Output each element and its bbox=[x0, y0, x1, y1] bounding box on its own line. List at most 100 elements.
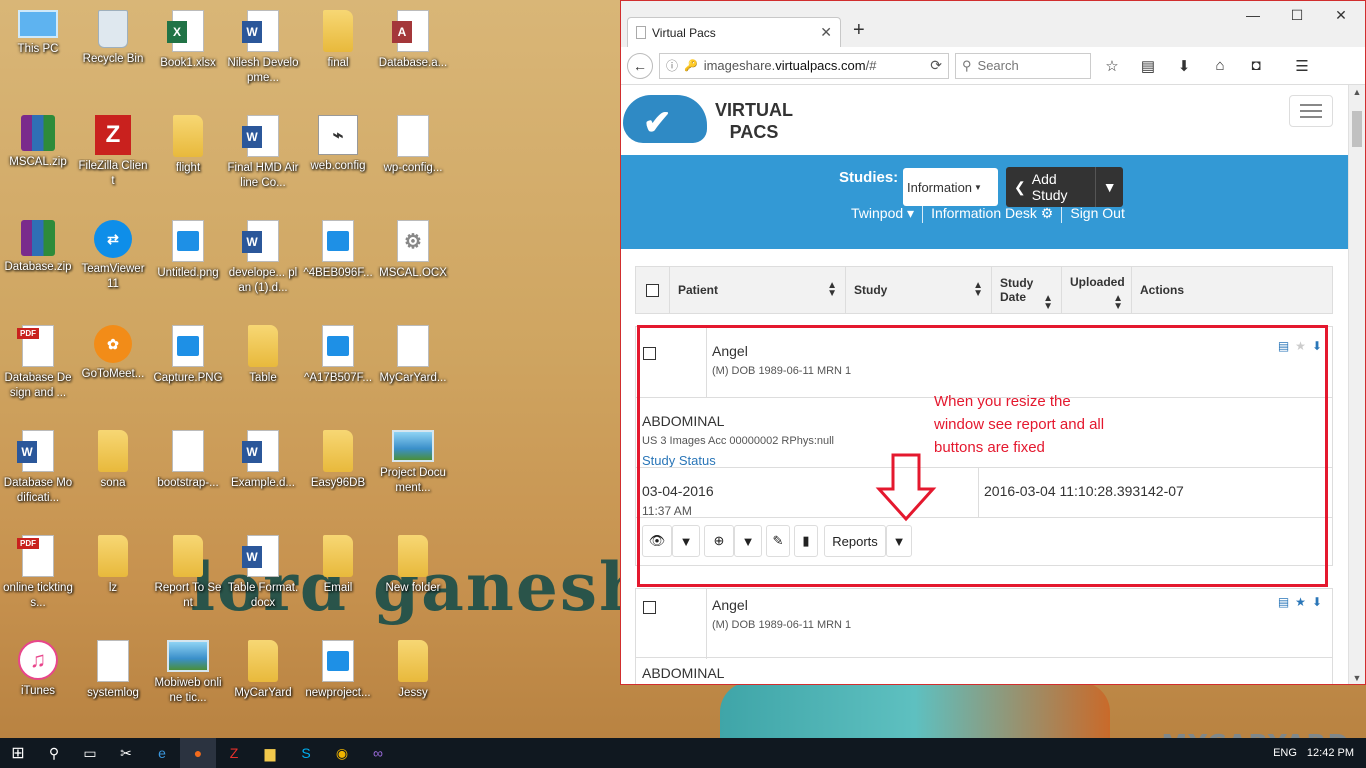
report-icon[interactable]: ▤ bbox=[1278, 595, 1289, 609]
skype-icon[interactable]: S bbox=[288, 738, 324, 768]
desktop-icon[interactable]: Project Document... bbox=[375, 420, 451, 520]
desktop-icon[interactable]: Book1.xlsx bbox=[150, 0, 226, 100]
filezilla-icon[interactable]: Z bbox=[216, 738, 252, 768]
desktop-icon[interactable]: This PC bbox=[0, 0, 76, 100]
info-icon[interactable]: ⓘ bbox=[666, 57, 678, 74]
menu-icon[interactable]: ☰ bbox=[1287, 57, 1317, 75]
desktop-icon[interactable]: Email bbox=[300, 525, 376, 625]
desktop-icon[interactable]: wp-config... bbox=[375, 105, 451, 205]
desktop-icon[interactable]: Table Format.docx bbox=[225, 525, 301, 625]
config-icon: ⌁ bbox=[318, 115, 358, 155]
file-icon bbox=[97, 640, 129, 682]
desktop-icon[interactable]: Database Design and ... bbox=[0, 315, 76, 415]
desktop-icon-label: Report To Sent bbox=[154, 582, 222, 609]
desktop-icon[interactable]: develope... plan (1).d... bbox=[225, 210, 301, 310]
row-checkbox[interactable] bbox=[643, 601, 656, 614]
col-patient-label: Patient bbox=[678, 283, 719, 297]
desktop-icon[interactable]: Database.zip bbox=[0, 210, 76, 310]
search-icon[interactable]: ⚲ bbox=[36, 738, 72, 768]
search-field[interactable]: ⚲ Search bbox=[955, 52, 1091, 79]
close-window-button[interactable]: ✕ bbox=[1321, 7, 1361, 24]
desktop-icon[interactable]: Nilesh Developme... bbox=[225, 0, 301, 100]
desktop-icon[interactable]: ⚙ MSCAL.OCX bbox=[375, 210, 451, 310]
desktop-icon-label: Recycle Bin bbox=[82, 53, 144, 65]
task-view-icon[interactable]: ▭ bbox=[72, 738, 108, 768]
language-indicator[interactable]: ENG bbox=[1273, 747, 1297, 759]
hamburger-menu-button[interactable] bbox=[1289, 95, 1333, 127]
col-study[interactable]: Study ▲ ▼ bbox=[846, 267, 992, 313]
desktop-icon[interactable]: Database.a... bbox=[375, 0, 451, 100]
desktop-icon[interactable]: bootstrap-... bbox=[150, 420, 226, 520]
desktop-icon[interactable]: systemlog bbox=[75, 630, 151, 730]
desktop-icon[interactable]: online tickting s... bbox=[0, 525, 76, 625]
desktop-icon[interactable]: Table bbox=[225, 315, 301, 415]
nav-twinpod[interactable]: Twinpod ▾ bbox=[851, 205, 914, 222]
desktop-icon[interactable]: ^4BEB096F... bbox=[300, 210, 376, 310]
add-study-dropdown-toggle[interactable]: ▼ bbox=[1095, 167, 1123, 207]
desktop-icon[interactable]: lz bbox=[75, 525, 151, 625]
desktop-icon[interactable]: MyCarYard bbox=[225, 630, 301, 730]
desktop-icon[interactable]: Mobiweb online tic... bbox=[150, 630, 226, 730]
col-study-date[interactable]: Study Date ▲ ▼ bbox=[992, 267, 1062, 313]
bookmark-star-icon[interactable]: ☆ bbox=[1097, 57, 1127, 75]
reload-icon[interactable]: ⟳ bbox=[930, 57, 942, 74]
home-icon[interactable]: ⌂ bbox=[1205, 57, 1235, 74]
edge-icon[interactable]: e bbox=[144, 738, 180, 768]
studies-select[interactable]: Information ▼ bbox=[903, 168, 998, 206]
add-study-button[interactable]: ❮ Add Study ▼ bbox=[1006, 167, 1123, 207]
desktop-icon[interactable]: Untitled.png bbox=[150, 210, 226, 310]
word-icon bbox=[242, 115, 279, 157]
address-bar[interactable]: ⓘ 🔑 imageshare.virtualpacs.com/# ⟳ bbox=[659, 52, 949, 79]
chrome-icon[interactable]: ◉ bbox=[324, 738, 360, 768]
desktop-icon[interactable]: newproject... bbox=[300, 630, 376, 730]
col-uploaded[interactable]: Uploaded ▲ ▼ bbox=[1062, 267, 1132, 313]
desktop-icon[interactable]: flight bbox=[150, 105, 226, 205]
nav-information-desk[interactable]: Information Desk ⚙ bbox=[931, 205, 1053, 222]
start-icon[interactable]: ⊞ bbox=[0, 738, 36, 768]
desktop-icon[interactable]: ⇄ TeamViewer 11 bbox=[75, 210, 151, 310]
desktop-icon[interactable]: Database Modificati... bbox=[0, 420, 76, 520]
desktop-icon[interactable]: ⌁ web.config bbox=[300, 105, 376, 205]
desktop-icon[interactable]: Report To Sent bbox=[150, 525, 226, 625]
desktop-icon[interactable]: ^A17B507F... bbox=[300, 315, 376, 415]
desktop-icon[interactable]: Capture.PNG bbox=[150, 315, 226, 415]
desktop-icon-label: Project Document... bbox=[380, 467, 446, 494]
desktop-icon[interactable]: sona bbox=[75, 420, 151, 520]
pocket-icon[interactable]: ◘ bbox=[1241, 57, 1271, 74]
desktop-icon[interactable]: MyCarYard... bbox=[375, 315, 451, 415]
firefox-icon[interactable]: ● bbox=[180, 738, 216, 768]
desktop-icon[interactable]: Example.d... bbox=[225, 420, 301, 520]
nav-sign-out[interactable]: Sign Out bbox=[1070, 205, 1124, 221]
tab-virtual-pacs[interactable]: Virtual Pacs ✕ bbox=[627, 17, 841, 47]
download-icon[interactable]: ⬇ bbox=[1169, 57, 1199, 75]
maximize-button[interactable]: ☐ bbox=[1277, 7, 1317, 24]
visual-studio-icon[interactable]: ∞ bbox=[360, 738, 396, 768]
reading-list-icon[interactable]: ▤ bbox=[1133, 57, 1163, 75]
close-tab-icon[interactable]: ✕ bbox=[820, 24, 832, 41]
desktop-icon[interactable]: ♫ iTunes bbox=[0, 630, 76, 730]
desktop-icon[interactable]: Final HMD Airline Co... bbox=[225, 105, 301, 205]
back-button[interactable]: ← bbox=[627, 52, 653, 79]
download-icon[interactable]: ⬇ bbox=[1312, 595, 1322, 609]
desktop-icon[interactable]: MSCAL.zip bbox=[0, 105, 76, 205]
explorer-icon[interactable]: ▆ bbox=[252, 738, 288, 768]
select-all-checkbox[interactable] bbox=[646, 283, 659, 297]
desktop-icon[interactable]: Easy96DB bbox=[300, 420, 376, 520]
desktop-icon[interactable]: ✿ GoToMeet... bbox=[75, 315, 151, 415]
desktop-icon[interactable]: final bbox=[300, 0, 376, 100]
star-icon[interactable]: ★ bbox=[1295, 595, 1306, 609]
minimize-button[interactable]: — bbox=[1233, 7, 1273, 23]
logo-text[interactable]: VIRTUAL PACS bbox=[715, 99, 793, 143]
desktop-icon[interactable]: Recycle Bin bbox=[75, 0, 151, 100]
desktop-icon[interactable]: Z FileZilla Client bbox=[75, 105, 151, 205]
new-tab-button[interactable]: + bbox=[853, 19, 865, 42]
col-patient[interactable]: Patient ▲ ▼ bbox=[670, 267, 846, 313]
tool-icon[interactable]: ✂ bbox=[108, 738, 144, 768]
scrollbar-thumb[interactable] bbox=[1352, 111, 1362, 147]
clock[interactable]: 12:42 PM bbox=[1307, 747, 1354, 759]
desktop-icon[interactable]: New folder bbox=[375, 525, 451, 625]
scroll-up-icon[interactable]: ▲ bbox=[1349, 87, 1365, 97]
desktop-icon[interactable]: Jessy bbox=[375, 630, 451, 730]
scroll-down-icon[interactable]: ▼ bbox=[1349, 673, 1365, 683]
page-scrollbar[interactable]: ▲ ▼ bbox=[1348, 85, 1365, 684]
